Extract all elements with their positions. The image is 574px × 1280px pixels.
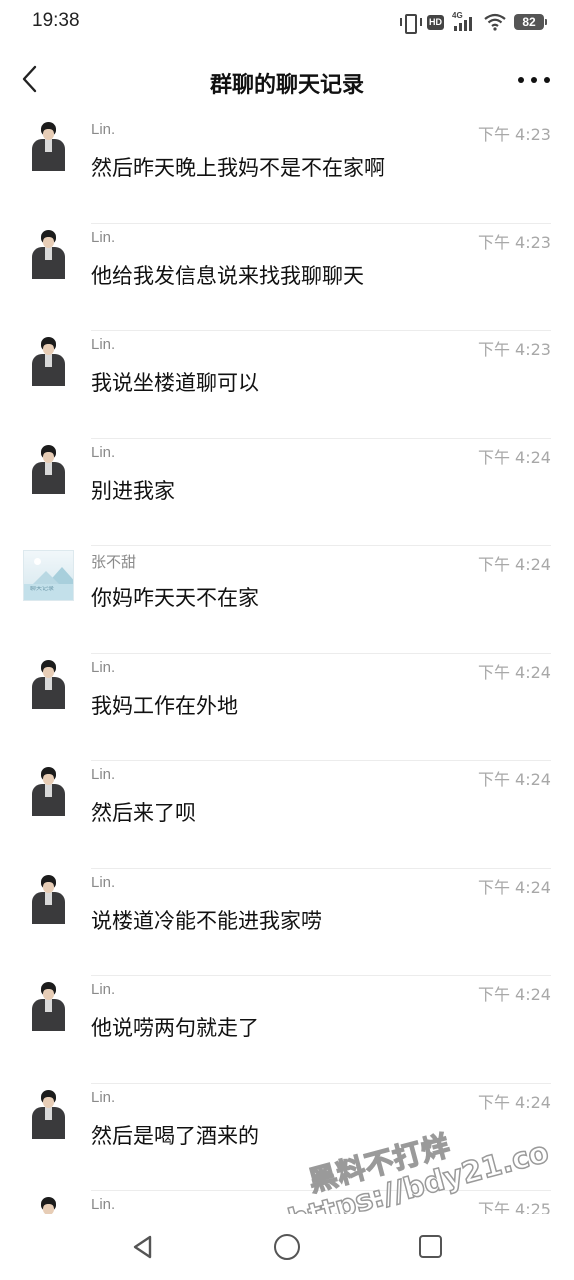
message-time: 下午 4:23 xyxy=(477,340,551,359)
network-label: 4G xyxy=(452,11,463,20)
avatar[interactable] xyxy=(23,1195,74,1214)
message-row[interactable]: Lin. 下午 4:25 xyxy=(0,1191,574,1214)
message-text: 他给我发信息说来找我聊聊天 xyxy=(91,263,364,288)
avatar-caption: 聊天记录 xyxy=(30,586,55,592)
message-row[interactable]: Lin. 下午 4:24 我妈工作在外地 xyxy=(0,654,574,761)
avatar[interactable] xyxy=(23,1087,74,1139)
vibrate-icon xyxy=(399,13,422,34)
system-nav-bar xyxy=(0,1214,574,1280)
message-row[interactable]: 聊天记录 张不甜 下午 4:24 你妈咋天天不在家 xyxy=(0,546,574,654)
more-dot-icon xyxy=(531,77,537,83)
message-row[interactable]: Lin. 下午 4:23 他给我发信息说来找我聊聊天 xyxy=(0,224,574,331)
avatar[interactable] xyxy=(23,872,74,924)
message-row[interactable]: Lin. 下午 4:24 然后是喝了酒来的 xyxy=(0,1084,574,1191)
sender-name: Lin. xyxy=(91,981,116,998)
triangle-back-icon[interactable] xyxy=(130,1234,156,1260)
message-row[interactable]: Lin. 下午 4:23 我说坐楼道聊可以 xyxy=(0,331,574,439)
wifi-icon xyxy=(484,13,506,31)
message-time: 下午 4:25 xyxy=(477,1200,551,1214)
avatar[interactable] xyxy=(23,120,74,171)
message-row[interactable]: Lin. 下午 4:24 说楼道冷能不能进我家唠 xyxy=(0,869,574,976)
square-recents-icon[interactable] xyxy=(419,1235,442,1258)
sender-name: Lin. xyxy=(91,228,116,246)
message-list[interactable]: Lin. 下午 4:23 然后昨天晚上我妈不是不在家啊 Lin. 下午 4:23 他给我发… xyxy=(0,116,574,1214)
message-text: 你妈咋天天不在家 xyxy=(91,586,259,610)
sender-name: Lin. xyxy=(91,121,116,138)
message-time: 下午 4:23 xyxy=(477,232,551,252)
message-row[interactable]: Lin. 下午 4:23 然后昨天晚上我妈不是不在家啊 xyxy=(0,116,574,224)
signal-icon: 4G xyxy=(452,11,476,31)
more-dot-icon xyxy=(544,77,550,83)
sender-name: Lin. xyxy=(91,443,116,461)
message-text: 别进我家 xyxy=(91,478,175,503)
message-time: 下午 4:24 xyxy=(477,555,551,574)
message-text: 说楼道冷能不能进我家唠 xyxy=(91,908,322,933)
message-text: 他说唠两句就走了 xyxy=(91,1016,259,1040)
avatar[interactable] xyxy=(23,980,74,1031)
message-time: 下午 4:24 xyxy=(477,447,551,467)
avatar[interactable] xyxy=(23,765,74,816)
more-dot-icon xyxy=(518,77,524,83)
avatar[interactable] xyxy=(23,335,74,386)
more-button[interactable] xyxy=(518,66,550,94)
message-text: 然后来了呗 xyxy=(91,801,196,825)
message-row[interactable]: Lin. 下午 4:24 别进我家 xyxy=(0,439,574,546)
hd-icon: HD xyxy=(427,14,444,30)
message-text: 我说坐楼道聊可以 xyxy=(91,371,259,395)
avatar[interactable] xyxy=(23,442,74,494)
message-time: 下午 4:23 xyxy=(477,125,551,144)
sender-name: Lin. xyxy=(91,873,116,891)
status-time: 19:38 xyxy=(32,10,80,31)
sender-name: Lin. xyxy=(91,1196,116,1213)
sender-name: Lin. xyxy=(91,766,116,783)
sender-name: Lin. xyxy=(91,1088,116,1106)
message-time: 下午 4:24 xyxy=(477,1092,551,1112)
message-time: 下午 4:24 xyxy=(477,770,551,789)
status-icons: HD 4G 82 xyxy=(399,11,547,34)
sender-name: Lin. xyxy=(91,336,116,353)
page-title: 群聊的聊天记录 xyxy=(209,73,364,98)
message-time: 下午 4:24 xyxy=(477,662,551,682)
avatar[interactable] xyxy=(23,227,74,279)
message-time: 下午 4:24 xyxy=(477,877,551,897)
app-header: 群聊的聊天记录 xyxy=(0,44,574,116)
message-row[interactable]: Lin. 下午 4:24 他说唠两句就走了 xyxy=(0,976,574,1084)
battery-icon: 82 xyxy=(514,14,547,30)
sender-name: 张不甜 xyxy=(91,554,137,571)
status-bar: 19:38 HD 4G 82 xyxy=(0,0,574,44)
message-time: 下午 4:24 xyxy=(477,985,551,1004)
message-text: 我妈工作在外地 xyxy=(91,693,238,718)
message-text: 然后是喝了酒来的 xyxy=(91,1123,259,1148)
sender-name: Lin. xyxy=(91,658,116,676)
circle-home-icon[interactable] xyxy=(274,1234,300,1260)
message-text: 然后昨天晚上我妈不是不在家啊 xyxy=(91,156,385,180)
message-row[interactable]: Lin. 下午 4:24 然后来了呗 xyxy=(0,761,574,869)
avatar[interactable] xyxy=(23,657,74,709)
avatar[interactable]: 聊天记录 xyxy=(23,550,74,601)
